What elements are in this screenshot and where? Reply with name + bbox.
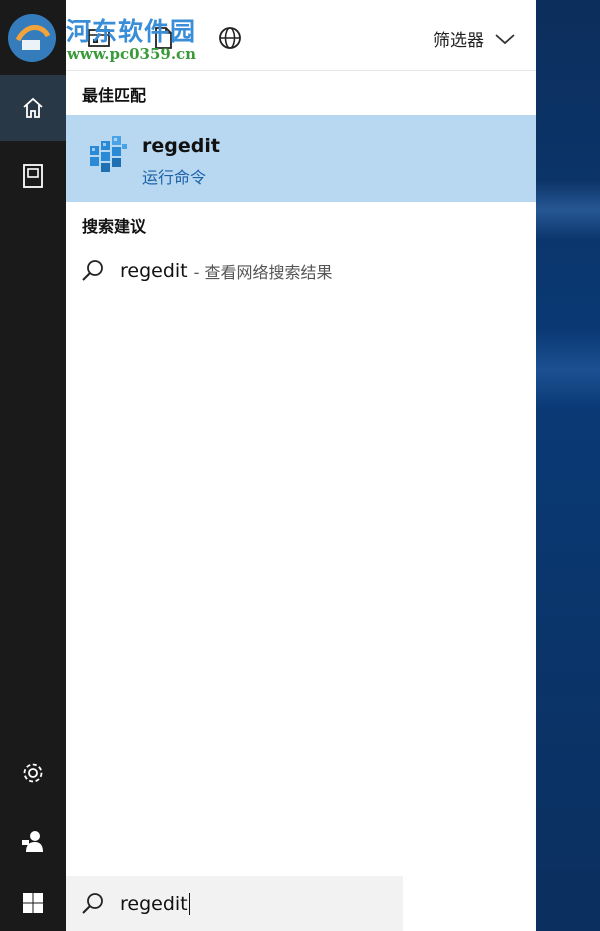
documents-icon bbox=[23, 164, 43, 188]
settings-icon bbox=[23, 763, 43, 783]
suggestion-description: - 查看网络搜索结果 bbox=[193, 263, 333, 282]
user-icon bbox=[22, 831, 43, 852]
best-match-title: regedit bbox=[142, 135, 220, 157]
best-match-result[interactable]: regedit 运行命令 bbox=[66, 115, 536, 202]
suggestion-term: regedit bbox=[120, 260, 188, 282]
text-caret bbox=[188, 892, 190, 915]
search-results-panel: 筛选器 最佳匹配 regedit 运行命令 搜索建议 regedit - 查看网… bbox=[66, 0, 536, 931]
windows-start-icon bbox=[23, 893, 43, 913]
registry-editor-icon bbox=[90, 136, 127, 172]
filter-dropdown[interactable]: 筛选器 bbox=[433, 26, 516, 51]
documents-button[interactable] bbox=[0, 143, 66, 209]
watermark-url: www.pc0359.cn bbox=[67, 45, 197, 63]
settings-button[interactable] bbox=[0, 740, 66, 806]
watermark-title: 河东软件园 bbox=[66, 17, 197, 46]
best-match-subtitle: 运行命令 bbox=[142, 168, 207, 187]
watermark: 河东软件园 www.pc0359.cn bbox=[0, 0, 230, 70]
suggestion-item[interactable]: regedit - 查看网络搜索结果 bbox=[66, 248, 536, 294]
best-match-heading: 最佳匹配 bbox=[82, 86, 147, 105]
filter-label: 筛选器 bbox=[433, 31, 484, 51]
search-icon bbox=[82, 260, 103, 281]
home-button[interactable] bbox=[0, 75, 66, 141]
chevron-down-icon bbox=[495, 33, 515, 44]
home-icon bbox=[23, 97, 43, 118]
search-input[interactable]: regedit bbox=[120, 893, 188, 915]
desktop-background bbox=[536, 0, 600, 931]
user-button[interactable] bbox=[0, 808, 66, 874]
search-box[interactable]: regedit bbox=[66, 876, 403, 931]
watermark-logo-icon bbox=[8, 14, 56, 62]
suggestions-heading: 搜索建议 bbox=[82, 217, 147, 236]
start-button[interactable] bbox=[0, 875, 66, 931]
left-rail bbox=[0, 0, 66, 931]
search-icon bbox=[82, 892, 103, 914]
